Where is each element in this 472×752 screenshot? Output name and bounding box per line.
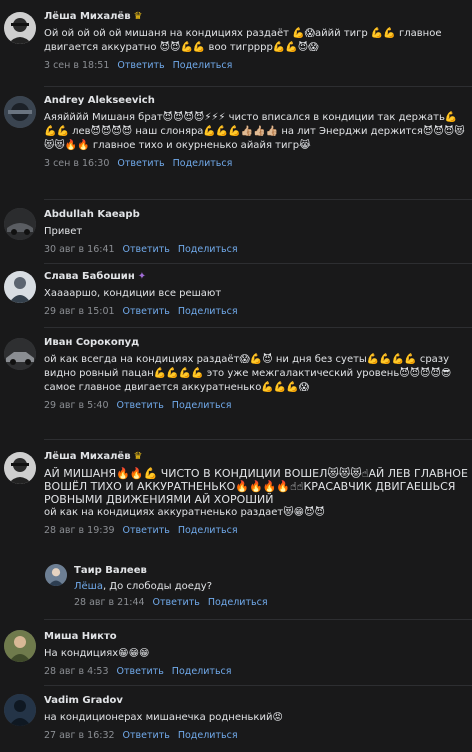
comment-text: Аяяйййй Мишаня брат😈😈😈😈⚡⚡⚡ чисто вписалс… [44,112,465,151]
comment-author[interactable]: Иван Сорокопуд [44,336,468,350]
comment-meta: 28 авг в 21:44 Ответить Поделиться [74,596,468,609]
comment-author[interactable]: Миша Никто [44,630,468,644]
share-button[interactable]: Поделиться [173,59,233,72]
author-name[interactable]: Abdullah Kaeapb [44,208,140,222]
share-button[interactable]: Поделиться [178,524,238,537]
comment-date[interactable]: 27 авг в 16:32 [44,729,115,742]
avatar[interactable] [4,208,36,240]
comment-date[interactable]: 30 авг в 16:41 [44,243,115,256]
share-button[interactable]: Поделиться [178,243,238,256]
author-name[interactable]: Миша Никто [44,630,117,644]
author-name[interactable]: Vadim Gradov [44,694,123,708]
comment-text: Лёша, До слободы доеду? [74,580,468,594]
share-button[interactable]: Поделиться [173,157,233,170]
reply-button[interactable]: Ответить [123,729,170,742]
reply-button[interactable]: Ответить [117,157,164,170]
reply-button[interactable]: Ответить [117,59,164,72]
crown-icon: ♛ [133,451,143,462]
comment-date[interactable]: 29 авг в 15:01 [44,305,115,318]
comment-meta: 3 сен в 18:51 Ответить Поделиться [44,59,468,72]
comment-author[interactable]: Vadim Gradov [44,694,468,708]
avatar[interactable] [4,271,36,303]
badge-icon: ✦ [137,271,147,282]
author-name[interactable]: Лёша Михалёв [44,450,131,464]
divider [44,619,472,620]
comment-meta: 30 авг в 16:41 Ответить Поделиться [44,243,468,256]
comment-date[interactable]: 28 авг в 19:39 [44,524,115,537]
author-name[interactable]: Слава Бабошин [44,270,135,284]
author-name[interactable]: Andrey Alekseevich [44,94,155,108]
comment-author[interactable]: Лёша Михалёв ♛ [44,10,468,24]
comment-date[interactable]: 29 авг в 5:40 [44,399,109,412]
comment-text: Ой ой ой ой ой мишаня на кондициях разда… [44,28,445,53]
divider [44,86,472,87]
share-button[interactable]: Поделиться [172,399,232,412]
reply-button[interactable]: Ответить [153,596,200,609]
reply-button[interactable]: Ответить [117,665,164,678]
comment-date[interactable]: 3 сен в 16:30 [44,157,109,170]
avatar[interactable] [4,96,36,128]
author-name[interactable]: Иван Сорокопуд [44,336,139,350]
crown-icon: ♛ [133,11,143,22]
comment-text: Привет [44,226,83,237]
comment-text-caps: АЙ МИШАНЯ🔥🔥💪 ЧИСТО В КОНДИЦИИ ВОШЕЛ😻😻😻☝А… [44,467,472,506]
comment-meta: 28 авг в 4:53 Ответить Поделиться [44,665,468,678]
reply-button[interactable]: Ответить [117,399,164,412]
avatar[interactable] [4,694,36,726]
divider [44,439,472,440]
comment-text: на кондиционерах мишанечка родненький😡 [44,712,283,723]
reply-text: , До слободы доеду? [102,581,213,592]
avatar[interactable] [4,338,36,370]
comment-meta: 28 авг в 19:39 Ответить Поделиться [44,524,468,537]
divider [44,263,472,264]
comments-feed: Лёша Михалёв ♛ Ой ой ой ой ой мишаня на к… [0,0,472,752]
comment-author[interactable]: Слава Бабошин ✦ [44,270,468,284]
comment-meta: 3 сен в 16:30 Ответить Поделиться [44,157,468,170]
comment-date[interactable]: 28 авг в 4:53 [44,665,109,678]
share-button[interactable]: Поделиться [208,596,268,609]
author-name[interactable]: Лёша Михалёв [44,10,131,24]
comment-text: ой как всегда на кондициях раздаёт😱💪😈 ни… [44,354,455,393]
comment-date[interactable]: 3 сен в 18:51 [44,59,109,72]
share-button[interactable]: Поделиться [178,305,238,318]
comment-author[interactable]: Andrey Alekseevich [44,94,468,108]
share-button[interactable]: Поделиться [178,729,238,742]
comment-meta: 27 авг в 16:32 Ответить Поделиться [44,729,468,742]
comment-date[interactable]: 28 авг в 21:44 [74,596,145,609]
avatar[interactable] [45,564,67,586]
reply-button[interactable]: Ответить [123,305,170,318]
reply-mention-link[interactable]: Лёша [74,581,103,592]
comment-text: ой как на кондициях аккуратненько раздае… [44,507,325,518]
share-button[interactable]: Поделиться [172,665,232,678]
divider [44,327,472,328]
comment-author[interactable]: Лёша Михалёв ♛ [44,450,468,464]
divider [44,199,472,200]
comment-text: Хааааршо, кондиции все решают [44,288,222,299]
author-name[interactable]: Таир Валеев [74,564,147,578]
comment-author[interactable]: Abdullah Kaeapb [44,208,468,222]
avatar[interactable] [4,452,36,484]
divider [44,685,472,686]
comment-meta: 29 авг в 15:01 Ответить Поделиться [44,305,468,318]
reply-button[interactable]: Ответить [123,243,170,256]
comment-author[interactable]: Таир Валеев [74,564,468,578]
comment-meta: 29 авг в 5:40 Ответить Поделиться [44,399,468,412]
reply-button[interactable]: Ответить [123,524,170,537]
avatar[interactable] [4,12,36,44]
comment-text: На кондициях😁😁😁 [44,648,150,659]
avatar[interactable] [4,630,36,662]
